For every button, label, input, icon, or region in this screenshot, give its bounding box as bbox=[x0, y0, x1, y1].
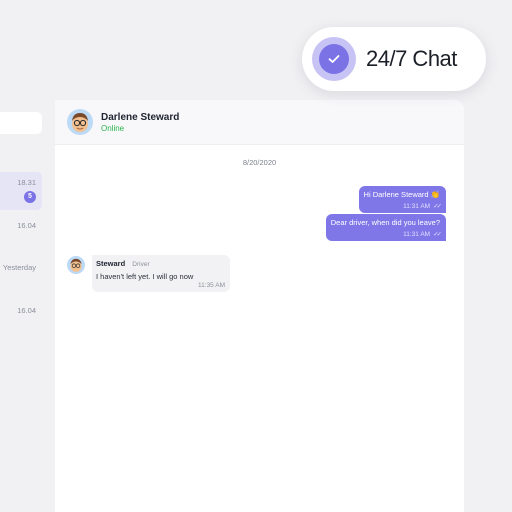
conversation-item-active[interactable]: 18.31 5 bbox=[0, 172, 42, 210]
message-text: Hi Darlene Steward 👏 bbox=[363, 190, 440, 199]
message-text: I haven't left yet. I will go now bbox=[96, 272, 194, 281]
conversation-item[interactable]: Yesterday bbox=[0, 263, 44, 272]
sender-name: Steward bbox=[96, 259, 126, 268]
date-separator: 8/20/2020 bbox=[242, 158, 277, 167]
avatar-emoji-glasses-icon bbox=[72, 113, 88, 132]
unread-count-badge: 5 bbox=[24, 191, 36, 203]
contact-avatar[interactable] bbox=[67, 109, 93, 135]
message-time: 11:35 AM bbox=[198, 282, 225, 289]
incoming-bubble: Steward Driver I haven't left yet. I wil… bbox=[92, 255, 230, 292]
availability-label: 24/7 Chat bbox=[366, 46, 457, 71]
outgoing-message: Hi Darlene Steward 👏 11:31 AM ✓✓ bbox=[358, 186, 446, 213]
search-input[interactable] bbox=[0, 112, 42, 134]
contact-name: Darlene Steward bbox=[101, 111, 180, 123]
conversation-item[interactable]: 16.04 bbox=[0, 221, 42, 230]
read-check-icon: ✓✓ bbox=[433, 203, 442, 210]
message-time: 11:31 AM bbox=[403, 231, 431, 238]
chat-header: Darlene Steward Online bbox=[55, 100, 464, 145]
avatar-emoji-glasses-icon bbox=[70, 258, 82, 272]
sender-role: Driver bbox=[132, 261, 150, 268]
conversation-time: 16.04 bbox=[17, 221, 36, 230]
message-text: Dear driver, when did you leave? bbox=[330, 218, 440, 227]
check-circle bbox=[312, 37, 356, 81]
conversation-time: Yesterday bbox=[2, 263, 36, 272]
incoming-message: Steward Driver I haven't left yet. I wil… bbox=[67, 255, 230, 292]
check-icon bbox=[328, 55, 340, 63]
conversation-time: 18.31 bbox=[17, 178, 36, 187]
chat-availability-badge: 24/7 Chat bbox=[302, 27, 486, 91]
read-check-icon: ✓✓ bbox=[433, 231, 442, 238]
conversation-item[interactable]: 16.04 bbox=[0, 306, 42, 315]
conversation-list: 18.31 5 16.04 Yesterday 16.04 bbox=[0, 100, 55, 512]
sender-avatar[interactable] bbox=[67, 256, 85, 274]
outgoing-message: Dear driver, when did you leave? 11:31 A… bbox=[325, 214, 446, 241]
chat-window: Darlene Steward Online 8/20/2020 Hi Darl… bbox=[55, 100, 464, 512]
message-time: 11:31 AM bbox=[403, 203, 431, 210]
conversation-time: 16.04 bbox=[17, 306, 36, 315]
contact-status: Online bbox=[101, 123, 125, 133]
